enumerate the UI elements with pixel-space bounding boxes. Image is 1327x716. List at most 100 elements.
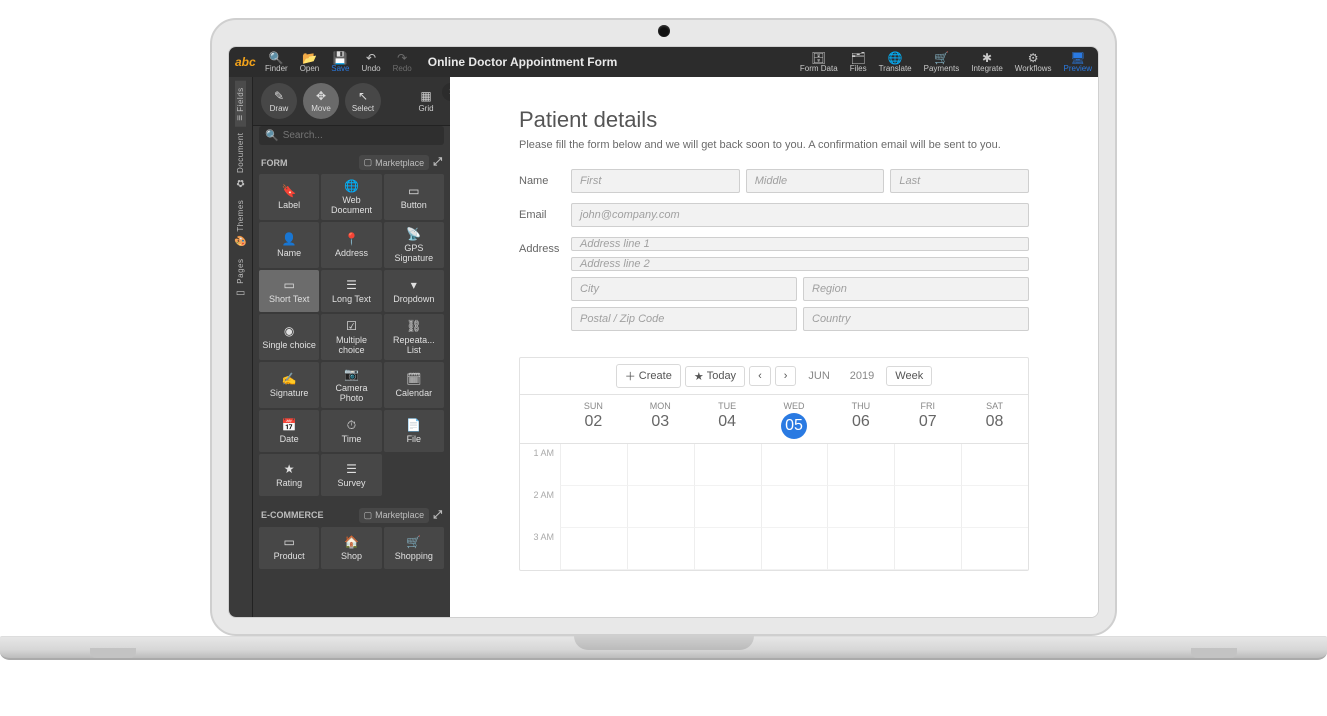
redo-button[interactable]: ↷Redo [387, 47, 418, 77]
redo-icon: ↷ [397, 52, 407, 64]
calendar-cell[interactable] [694, 444, 761, 486]
calendar-cell[interactable] [627, 486, 694, 528]
grid-toggle[interactable]: ▦Grid [410, 89, 442, 113]
save-button[interactable]: 💾Save [325, 47, 355, 77]
field-tile-multiple-choice[interactable]: ☑Multiple choice [321, 314, 381, 360]
field-tile-label[interactable]: 🔖Label [259, 174, 319, 220]
calendar-cell[interactable] [627, 528, 694, 570]
calendar-cell[interactable] [961, 486, 1028, 528]
field-tile-signature[interactable]: ✍Signature [259, 362, 319, 408]
calendar-day-wed[interactable]: WED05 [761, 395, 828, 443]
open-button[interactable]: 📂Open [294, 47, 326, 77]
field-tile-repeata-list[interactable]: ⛓Repeata... List [384, 314, 444, 360]
field-tile-time[interactable]: ⏱Time [321, 410, 381, 452]
calendar-cell[interactable] [627, 444, 694, 486]
files-button[interactable]: 🗂Files [844, 47, 873, 77]
calendar-prev-button[interactable]: ‹ [749, 366, 771, 386]
field-tile-name[interactable]: 👤Name [259, 222, 319, 268]
calendar-cell[interactable] [894, 444, 961, 486]
expand-icon[interactable]: ⤢ [433, 156, 442, 169]
calendar-day-sat[interactable]: SAT08 [961, 395, 1028, 443]
brand-logo: abc [229, 55, 259, 69]
postal-input[interactable]: Postal / Zip Code [571, 307, 797, 331]
field-tile-rating[interactable]: ★Rating [259, 454, 319, 496]
preview-button[interactable]: 🖥Preview [1058, 47, 1098, 77]
field-tile-dropdown[interactable]: ▾Dropdown [384, 270, 444, 312]
field-tile-product[interactable]: ▭Product [259, 527, 319, 569]
field-tile-web-document[interactable]: 🌐Web Document [321, 174, 381, 220]
field-tile-calendar[interactable]: 🗓Calendar [384, 362, 444, 408]
rail-tab-document[interactable]: ✿Document [235, 127, 246, 194]
country-input[interactable]: Country [803, 307, 1029, 331]
field-tile-long-text[interactable]: ☰Long Text [321, 270, 381, 312]
calendar-day-thu[interactable]: THU06 [827, 395, 894, 443]
integrate-button[interactable]: ✱Integrate [965, 47, 1009, 77]
calendar-cell[interactable] [961, 444, 1028, 486]
payments-button[interactable]: 🛒Payments [918, 47, 966, 77]
mode-draw[interactable]: ✎Draw [261, 83, 297, 119]
calendar-cell[interactable] [560, 528, 627, 570]
calendar-next-button[interactable]: › [775, 366, 797, 386]
mode-move[interactable]: ✥Move [303, 83, 339, 119]
field-tile-button[interactable]: ▭Button [384, 174, 444, 220]
calendar-cell[interactable] [827, 486, 894, 528]
calendar-cell[interactable] [827, 528, 894, 570]
calendar-cell[interactable] [827, 444, 894, 486]
workflows-button[interactable]: ⚙Workflows [1009, 47, 1058, 77]
email-input[interactable]: john@company.com [571, 203, 1029, 227]
calendar-cell[interactable] [761, 528, 828, 570]
rail-tab-pages[interactable]: ▭Pages [235, 253, 246, 305]
calendar-cell[interactable] [961, 528, 1028, 570]
calendar-today-button[interactable]: ★Today [685, 366, 745, 387]
field-tile-file[interactable]: 📄File [384, 410, 444, 452]
mode-select[interactable]: ↖Select [345, 83, 381, 119]
calendar-day-sun[interactable]: SUN02 [560, 395, 627, 443]
form-data-button[interactable]: 🗄Form Data [794, 47, 844, 77]
address-line2-input[interactable]: Address line 2 [571, 257, 1029, 271]
field-tile-camera-photo[interactable]: 📷Camera Photo [321, 362, 381, 408]
field-tile-shop[interactable]: 🏠Shop [321, 527, 381, 569]
last-name-input[interactable]: Last [890, 169, 1029, 193]
calendar-cell[interactable] [694, 486, 761, 528]
calendar-cell[interactable] [694, 528, 761, 570]
calendar-day-mon[interactable]: MON03 [627, 395, 694, 443]
page-icon: ▭ [235, 287, 246, 299]
rail-tab-themes[interactable]: 🎨Themes [235, 194, 246, 254]
screen: abc 🔍Finder 📂Open 💾Save ↶Undo ↷Redo Onli… [228, 46, 1099, 618]
field-tile-shopping[interactable]: 🛒Shopping [384, 527, 444, 569]
first-name-input[interactable]: First [571, 169, 740, 193]
expand-icon[interactable]: ⤢ [433, 509, 442, 522]
calendar-create-button[interactable]: ＋Create [616, 364, 681, 388]
calendar-cell[interactable] [894, 528, 961, 570]
calendar-day-fri[interactable]: FRI07 [894, 395, 961, 443]
calendar-cell[interactable] [560, 486, 627, 528]
calendar-cell[interactable] [560, 444, 627, 486]
undo-button[interactable]: ↶Undo [356, 47, 387, 77]
marketplace-button-ecom[interactable]: ▢Marketplace [359, 508, 430, 523]
finder-button[interactable]: 🔍Finder [259, 47, 294, 77]
marketplace-button[interactable]: ▢Marketplace [359, 155, 430, 170]
address-line1-input[interactable]: Address line 1 [571, 237, 1029, 251]
address-label: Address [519, 237, 571, 255]
field-tile-gps-signature[interactable]: 📡GPS Signature [384, 222, 444, 268]
translate-button[interactable]: 🌐Translate [873, 47, 918, 77]
search-field[interactable]: 🔍 [259, 126, 444, 145]
field-tile-survey[interactable]: ☰Survey [321, 454, 381, 496]
calendar-day-tue[interactable]: TUE04 [694, 395, 761, 443]
field-tile-date[interactable]: 📅Date [259, 410, 319, 452]
calendar-cell[interactable] [761, 444, 828, 486]
field-tile-short-text[interactable]: ▭Short Text [259, 270, 319, 312]
field-tile-address[interactable]: 📍Address [321, 222, 381, 268]
region-input[interactable]: Region [803, 277, 1029, 301]
search-input[interactable] [283, 130, 438, 141]
calendar-cell[interactable] [894, 486, 961, 528]
calendar-cell[interactable] [761, 486, 828, 528]
city-input[interactable]: City [571, 277, 797, 301]
rail-tab-fields[interactable]: ≡Fields [235, 81, 246, 127]
address-icon: 📍 [344, 233, 359, 246]
middle-name-input[interactable]: Middle [746, 169, 885, 193]
form-canvas[interactable]: Patient details Please fill the form bel… [450, 77, 1098, 617]
calendar-body[interactable]: 1 AM2 AM3 AM [520, 444, 1028, 570]
calendar-view-select[interactable]: Week [886, 366, 932, 386]
field-tile-single-choice[interactable]: ◉Single choice [259, 314, 319, 360]
